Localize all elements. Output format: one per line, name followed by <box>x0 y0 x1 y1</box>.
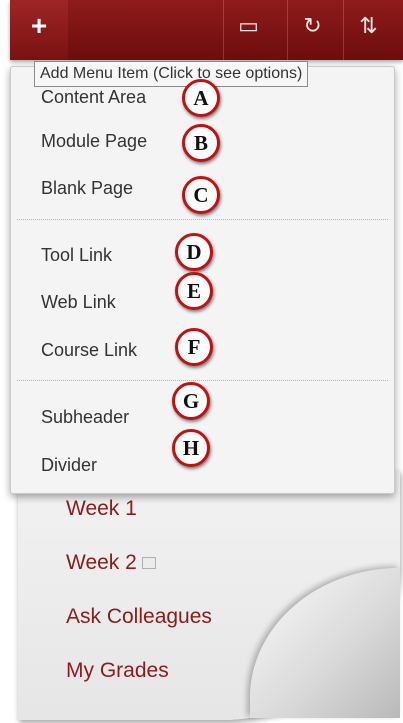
marker-b: B <box>182 124 220 162</box>
course-menu-item-week-1[interactable]: Week 1 <box>66 497 137 521</box>
refresh-button[interactable]: ↻ <box>287 0 337 60</box>
menu-option-web-link[interactable]: Web Link <box>41 292 116 313</box>
menu-separator <box>17 380 388 381</box>
marker-g: G <box>172 382 210 420</box>
hidden-item-icon <box>141 557 156 570</box>
sort-button[interactable]: ⇅ <box>343 0 393 60</box>
menu-option-course-link[interactable]: Course Link <box>41 340 137 361</box>
menu-option-divider[interactable]: Divider <box>41 455 97 476</box>
sort-icon: ⇅ <box>359 13 378 38</box>
menu-option-blank-page[interactable]: Blank Page <box>41 178 133 199</box>
plus-icon: + <box>30 10 48 41</box>
course-menu-item-ask-colleagues[interactable]: Ask Colleagues <box>66 605 212 629</box>
marker-f: F <box>175 328 213 366</box>
marker-c: C <box>182 176 220 214</box>
menu-option-tool-link[interactable]: Tool Link <box>41 245 112 266</box>
marker-e: E <box>175 272 213 310</box>
menu-option-module-page[interactable]: Module Page <box>41 131 147 152</box>
marker-d: D <box>175 233 213 271</box>
course-menu-item-my-grades[interactable]: My Grades <box>66 659 169 683</box>
marker-a: A <box>182 79 220 117</box>
refresh-icon: ↻ <box>303 13 322 38</box>
marker-h: H <box>172 429 210 467</box>
window-icon: ▭ <box>238 13 259 38</box>
menu-option-subheader[interactable]: Subheader <box>41 407 129 428</box>
add-menu-item-tooltip: Add Menu Item (Click to see options) <box>34 61 309 87</box>
menu-option-content-area[interactable]: Content Area <box>41 87 146 108</box>
course-menu-item-week-2[interactable]: Week 2 <box>66 551 156 575</box>
add-menu-item-button[interactable]: + <box>10 0 68 60</box>
menu-separator <box>17 219 388 220</box>
window-view-button[interactable]: ▭ <box>223 0 273 60</box>
